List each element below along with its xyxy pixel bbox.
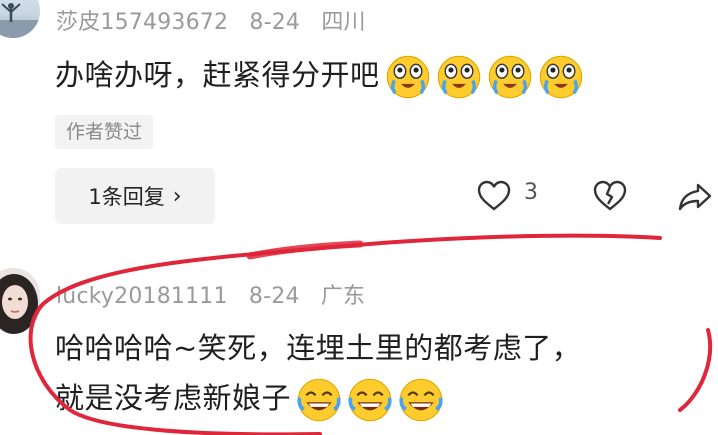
tears-of-joy-emoji — [348, 378, 392, 422]
username[interactable]: 莎皮157493672 — [56, 10, 228, 35]
comment-text-content: 就是没考虑新娘子 — [55, 381, 292, 415]
comment-meta: 莎皮157493672 8-24 四川 — [56, 4, 380, 36]
emoji-row — [380, 55, 584, 99]
like-count: 3 — [524, 180, 538, 205]
comment-location: 四川 — [321, 10, 366, 35]
tears-of-joy-emoji — [399, 378, 443, 422]
avatar-person-icon — [0, 3, 40, 38]
username[interactable]: lucky20181111 — [56, 284, 228, 309]
comment-date: 8-24 — [248, 284, 300, 309]
chevron-right-icon: › — [172, 183, 182, 209]
view-replies-button[interactable]: 1条回复 › — [55, 168, 215, 224]
reply-count-label: 1条回复 — [88, 185, 165, 209]
avatar-portrait-icon — [0, 274, 38, 334]
crying-laughing-emoji — [437, 55, 480, 99]
share-button[interactable] — [678, 182, 712, 216]
crying-laughing-emoji — [488, 55, 531, 99]
share-arrow-icon — [678, 183, 712, 211]
avatar[interactable] — [0, 0, 40, 38]
comment-text-line: 哈哈哈哈~笑死，连埋土里的都考虑了， — [55, 331, 582, 365]
comment-text-content: 办啥办呀，赶紧得分开吧 — [55, 58, 380, 92]
like-button[interactable] — [477, 180, 511, 216]
comment-date: 8-24 — [249, 10, 301, 35]
comment-text: 办啥办呀，赶紧得分开吧 — [55, 52, 584, 100]
tears-of-joy-emoji — [297, 378, 341, 422]
comment-text-line: 就是没考虑新娘子 — [55, 375, 444, 423]
emoji-row — [291, 378, 444, 422]
dislike-button[interactable] — [593, 180, 627, 216]
author-liked-badge: 作者赞过 — [55, 115, 154, 149]
avatar[interactable] — [0, 268, 40, 334]
broken-heart-icon — [593, 180, 627, 211]
comment-location: 广东 — [320, 284, 366, 309]
comment-meta: lucky20181111 8-24 广东 — [56, 278, 379, 310]
crying-laughing-emoji — [539, 55, 582, 99]
crying-laughing-emoji — [386, 55, 429, 99]
heart-icon — [477, 180, 511, 211]
